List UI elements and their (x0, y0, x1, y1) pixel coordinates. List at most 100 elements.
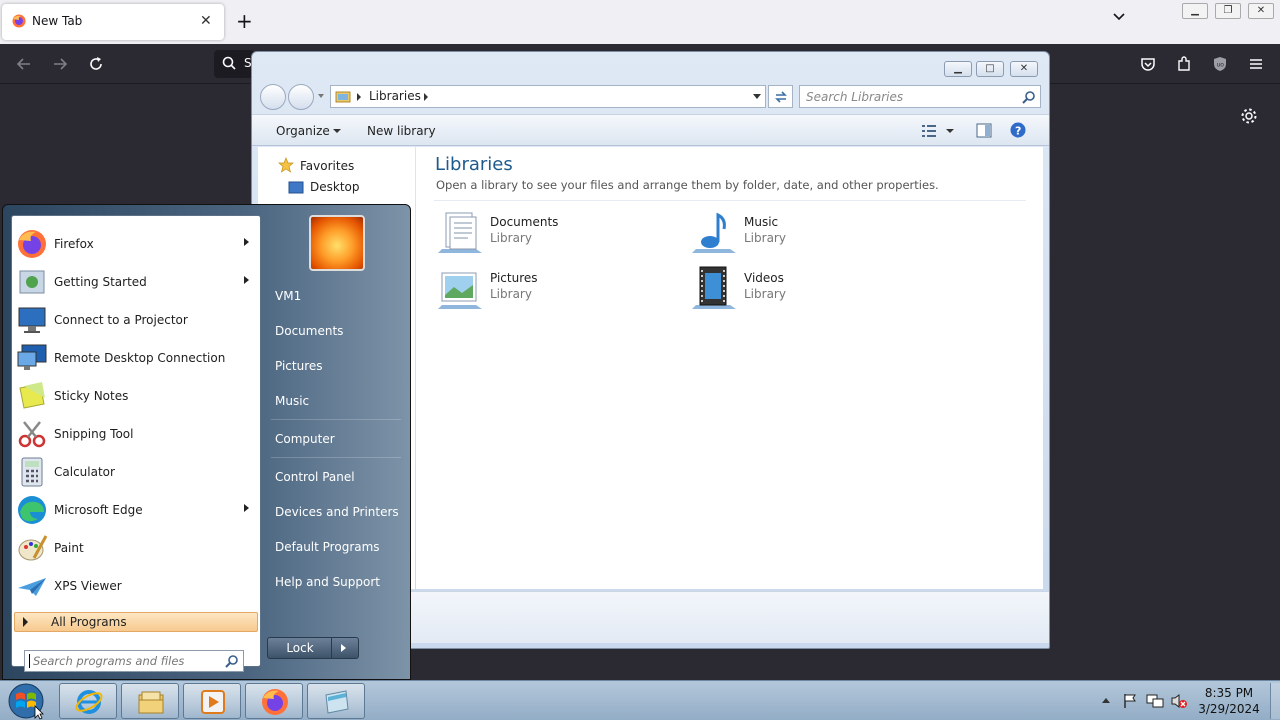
program-sticky-notes[interactable]: Sticky Notes (14, 378, 258, 414)
restore-icon[interactable]: ❐ (1215, 3, 1241, 19)
close-tab-icon[interactable]: ✕ (200, 13, 212, 29)
taskbar-firefox[interactable] (245, 683, 303, 719)
program-label: Connect to a Projector (54, 313, 188, 327)
forward-button[interactable] (288, 84, 314, 110)
close-icon[interactable]: ✕ (1248, 3, 1274, 19)
library-type: Library (490, 231, 532, 245)
search-programs-input[interactable]: Search programs and files (24, 650, 244, 672)
all-programs-button[interactable]: All Programs (14, 612, 258, 632)
breadcrumb-arrow-icon[interactable] (424, 93, 428, 101)
taskbar-media-player[interactable] (183, 683, 241, 719)
clock-date: 3/29/2024 (1198, 702, 1260, 716)
breadcrumb-arrow-icon[interactable] (357, 93, 361, 101)
submenu-arrow-icon[interactable] (244, 276, 249, 284)
address-bar[interactable]: Libraries (330, 85, 766, 108)
tab-new-tab[interactable]: New Tab ✕ (2, 4, 224, 40)
reload-icon[interactable] (88, 56, 104, 72)
start-link-pictures[interactable]: Pictures (275, 359, 323, 373)
forward-icon[interactable] (52, 56, 68, 72)
program-remote-desktop[interactable]: Remote Desktop Connection (14, 340, 258, 376)
change-view-icon[interactable] (921, 124, 937, 138)
start-link-control-panel[interactable]: Control Panel (275, 470, 355, 484)
minimize-icon[interactable]: ▁ (944, 61, 972, 77)
program-getting-started[interactable]: Getting Started (14, 264, 258, 300)
action-center-flag-icon[interactable] (1122, 693, 1138, 709)
firefox-tab-bar: New Tab ✕ + ▁ ❐ ✕ (0, 0, 1280, 44)
start-link-computer[interactable]: Computer (275, 432, 335, 446)
submenu-arrow-icon[interactable] (244, 238, 249, 246)
back-icon[interactable] (16, 56, 32, 72)
videos-library-icon (690, 265, 738, 313)
chevron-down-icon[interactable] (1112, 12, 1126, 22)
chevron-down-icon[interactable] (946, 129, 954, 133)
search-libraries-field[interactable]: Search Libraries (799, 85, 1041, 108)
arrow-right-icon (341, 644, 346, 652)
folder-icon (136, 687, 166, 717)
library-name: Videos (744, 271, 784, 285)
start-link-music[interactable]: Music (275, 394, 309, 408)
show-desktop-button[interactable] (1270, 683, 1280, 719)
divider (271, 419, 401, 420)
nav-desktop[interactable]: Desktop (310, 180, 360, 194)
command-bar: Organize New library ? (252, 114, 1049, 146)
chevron-down-icon[interactable] (333, 129, 341, 133)
library-pictures[interactable]: Pictures Library (436, 265, 666, 315)
extensions-icon[interactable] (1176, 56, 1192, 72)
program-xps-viewer[interactable]: XPS Viewer (14, 568, 258, 604)
program-label: XPS Viewer (54, 579, 122, 593)
start-link-vm1[interactable]: VM1 (275, 289, 301, 303)
help-icon[interactable]: ? (1010, 122, 1026, 138)
taskbar-remote-app[interactable] (307, 683, 365, 719)
firefox-icon (12, 14, 26, 28)
clock[interactable]: 8:35 PM 3/29/2024 (1192, 685, 1266, 717)
libraries-content: Libraries Open a library to see your fil… (416, 147, 1043, 589)
minimize-icon[interactable]: ▁ (1182, 3, 1208, 19)
start-menu: Firefox Getting Started Connect to a Pro… (2, 204, 411, 680)
user-avatar[interactable] (309, 215, 365, 271)
taskbar-internet-explorer[interactable] (59, 683, 117, 719)
program-paint[interactable]: Paint (14, 530, 258, 566)
search-icon (1022, 90, 1036, 104)
menu-icon[interactable] (1248, 56, 1264, 72)
pocket-icon[interactable] (1140, 56, 1156, 72)
preview-pane-icon[interactable] (976, 123, 992, 138)
paint-icon (16, 532, 48, 564)
maximize-icon[interactable]: □ (976, 61, 1004, 77)
start-link-help-support[interactable]: Help and Support (275, 575, 380, 589)
new-library-button[interactable]: New library (367, 124, 436, 138)
sticky-notes-icon (16, 380, 48, 412)
music-library-icon (690, 209, 738, 257)
program-calculator[interactable]: Calculator (14, 454, 258, 490)
refresh-button[interactable] (768, 85, 793, 108)
organize-button[interactable]: Organize (276, 124, 330, 138)
library-music[interactable]: Music Library (690, 209, 920, 259)
shutdown-options-button[interactable] (331, 637, 355, 659)
library-videos[interactable]: Videos Library (690, 265, 920, 315)
svg-text:?: ? (1015, 125, 1021, 138)
back-button[interactable] (260, 84, 286, 110)
start-link-documents[interactable]: Documents (275, 324, 343, 338)
gear-icon[interactable] (1240, 107, 1258, 125)
program-microsoft-edge[interactable]: Microsoft Edge (14, 492, 258, 528)
libraries-folder-icon (335, 89, 351, 104)
url-bar[interactable]: S (214, 50, 254, 78)
taskbar-windows-explorer[interactable] (121, 683, 179, 719)
program-label: Microsoft Edge (54, 503, 143, 517)
close-icon[interactable]: ✕ (1010, 61, 1038, 77)
volume-muted-icon[interactable] (1170, 693, 1188, 709)
program-snipping-tool[interactable]: Snipping Tool (14, 416, 258, 452)
start-link-default-programs[interactable]: Default Programs (275, 540, 380, 554)
new-tab-button[interactable]: + (236, 11, 253, 31)
network-icon[interactable] (1146, 693, 1164, 709)
chevron-down-icon[interactable] (753, 94, 761, 99)
show-hidden-icons-button[interactable] (1102, 698, 1110, 703)
submenu-arrow-icon[interactable] (244, 504, 249, 512)
recent-pages-icon[interactable] (318, 94, 324, 98)
library-documents[interactable]: Documents Library (436, 209, 666, 259)
start-link-devices-printers[interactable]: Devices and Printers (275, 505, 399, 519)
breadcrumb[interactable]: Libraries (369, 89, 421, 103)
nav-favorites[interactable]: Favorites (300, 159, 354, 173)
program-firefox[interactable]: Firefox (14, 226, 258, 262)
ublock-shield-icon[interactable]: uo (1212, 56, 1228, 72)
program-connect-projector[interactable]: Connect to a Projector (14, 302, 258, 338)
